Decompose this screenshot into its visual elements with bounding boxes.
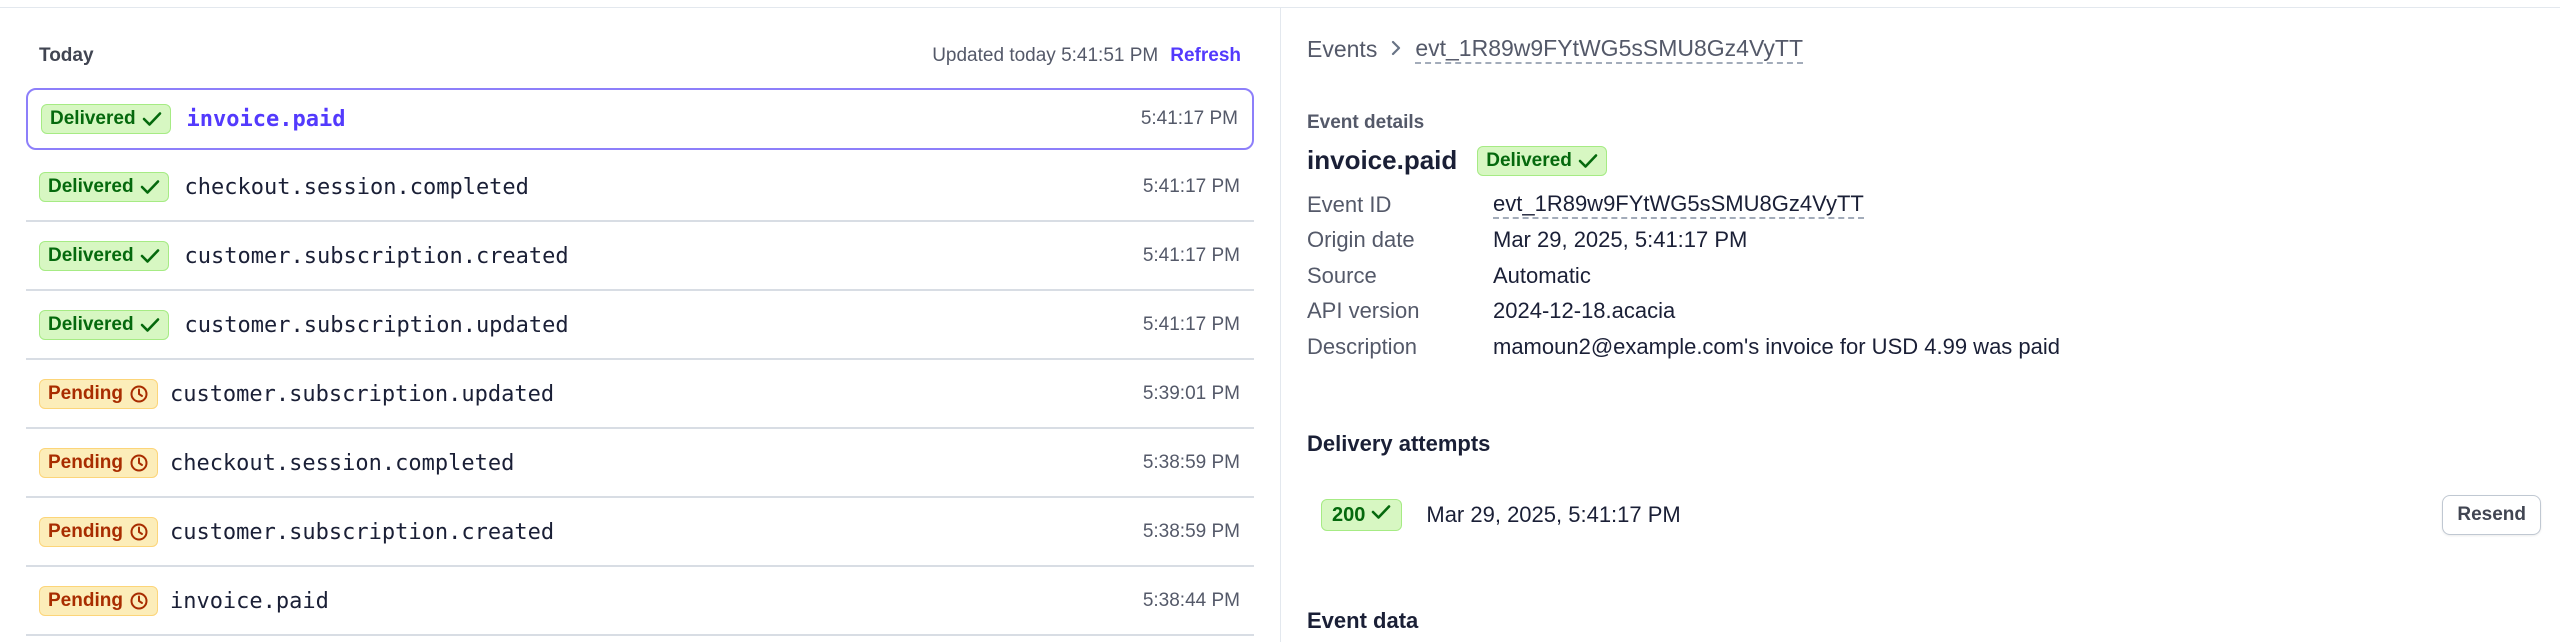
status-badge: Delivered (39, 172, 169, 202)
event-row[interactable]: Pending customer.subscription.updated 5:39… (26, 361, 1254, 429)
status-badge: Delivered (41, 104, 171, 134)
event-type: customer.subscription.created (169, 519, 555, 545)
field-value-event-id[interactable]: evt_1R89w9FYtWG5sSMU8Gz4VyTT (1493, 191, 1864, 219)
check-icon (1371, 503, 1391, 527)
status-badge-label: Delivered (50, 108, 136, 129)
check-icon (140, 178, 160, 196)
field-value-source: Automatic (1493, 262, 1591, 288)
event-time: 5:39:01 PM (1142, 383, 1240, 404)
field-label: Origin date (1307, 227, 1415, 253)
event-row[interactable]: Pending invoice.paid 5:38:44 PM (26, 568, 1254, 636)
event-type: invoice.paid (169, 588, 329, 614)
check-icon (1578, 152, 1598, 170)
event-row[interactable]: Delivered customer.subscription.updated 5:… (26, 292, 1254, 360)
response-code: 200 (1332, 503, 1366, 526)
field-event-id: Event ID evt_1R89w9FYtWG5sSMU8Gz4VyTT (1307, 187, 2507, 223)
clock-icon (129, 522, 149, 542)
status-badge-label: Delivered (48, 176, 134, 197)
clock-icon (129, 591, 149, 611)
field-value-origin-date: Mar 29, 2025, 5:41:17 PM (1493, 227, 1748, 253)
event-list: Delivered invoice.paid 5:41:17 PM Delivered… (26, 88, 1254, 637)
delivery-attempts-heading: Delivery attempts (1307, 431, 1491, 456)
events-list-pane: Today Updated today 5:41:51 PM Refresh D… (0, 8, 1280, 642)
event-row[interactable]: Delivered invoice.paid 5:41:17 PM (26, 88, 1254, 150)
breadcrumb: Events evt_1R89w9FYtWG5sSMU8Gz4VyTT (1307, 35, 1804, 64)
section-title-today: Today (39, 45, 94, 66)
status-badge: Pending (39, 586, 158, 616)
status-badge-label: Delivered (48, 314, 134, 335)
event-row[interactable]: Pending customer.subscription.created 5:38… (26, 499, 1254, 567)
check-icon (140, 247, 160, 265)
response-code-badge: 200 (1321, 499, 1403, 531)
clock-icon (129, 453, 149, 473)
clock-icon (129, 384, 149, 404)
field-value-api-version: 2024-12-18.acacia (1493, 298, 1676, 324)
status-badge: Pending (39, 448, 158, 478)
event-details-label: Event details (1307, 112, 1425, 133)
event-row[interactable]: Delivered customer.subscription.created 5:… (26, 223, 1254, 291)
check-icon (142, 110, 162, 128)
event-type: customer.subscription.updated (169, 381, 555, 407)
status-badge: Pending (39, 379, 158, 409)
status-badge-label: Delivered (1486, 149, 1572, 171)
field-source: Source Automatic (1307, 258, 2507, 294)
field-label: Event ID (1307, 191, 1392, 217)
event-title-row: invoice.paid Delivered (1307, 145, 1607, 176)
status-badge-label: Pending (48, 383, 123, 404)
field-origin-date: Origin date Mar 29, 2025, 5:41:17 PM (1307, 223, 2507, 259)
resend-button[interactable]: Resend (2442, 495, 2541, 535)
list-header: Today Updated today 5:41:51 PM Refresh (39, 38, 1241, 74)
field-description: Description mamoun2@example.com's invoic… (1307, 329, 2507, 365)
breadcrumb-event-id[interactable]: evt_1R89w9FYtWG5sSMU8Gz4VyTT (1415, 35, 1804, 64)
status-badge: Delivered (39, 310, 169, 340)
field-value-description: mamoun2@example.com's invoice for USD 4.… (1493, 333, 2061, 359)
event-time: 5:38:44 PM (1142, 590, 1240, 611)
status-badge-label: Delivered (48, 245, 134, 266)
status-badge-label: Pending (48, 452, 123, 473)
status-badge-label: Pending (48, 590, 123, 611)
event-type: customer.subscription.updated (184, 312, 569, 338)
event-data-heading: Event data (1307, 608, 1419, 633)
status-badge: Delivered (1477, 145, 1607, 176)
refresh-link[interactable]: Refresh (1170, 45, 1241, 67)
status-badge: Pending (39, 517, 158, 547)
event-detail-pane: Events evt_1R89w9FYtWG5sSMU8Gz4VyTT Even… (1280, 8, 2560, 642)
event-title: invoice.paid (1307, 145, 1458, 175)
event-time: 5:41:17 PM (1140, 108, 1238, 129)
field-label: API version (1307, 298, 1420, 324)
updated-info: Updated today 5:41:51 PM Refresh (932, 45, 1241, 67)
breadcrumb-events-link[interactable]: Events (1307, 36, 1377, 63)
field-label: Description (1307, 333, 1418, 359)
event-time: 5:41:17 PM (1142, 314, 1240, 335)
top-border (0, 0, 2560, 8)
event-type: invoice.paid (186, 106, 346, 132)
chevron-right-icon (1389, 36, 1403, 63)
event-time: 5:38:59 PM (1142, 521, 1240, 542)
event-fields: Event ID evt_1R89w9FYtWG5sSMU8Gz4VyTT Or… (1307, 187, 2507, 365)
field-api-version: API version 2024-12-18.acacia (1307, 294, 2507, 330)
event-time: 5:38:59 PM (1142, 452, 1240, 473)
updated-timestamp: Updated today 5:41:51 PM (932, 45, 1159, 66)
event-type: checkout.session.completed (184, 174, 529, 200)
attempt-date: Mar 29, 2025, 5:41:17 PM (1426, 502, 1681, 527)
delivery-attempt-row: 200 Mar 29, 2025, 5:41:17 PM Resend (1321, 490, 2541, 540)
event-row[interactable]: Pending checkout.session.completed 5:38:59… (26, 430, 1254, 498)
check-icon (140, 316, 160, 334)
status-badge: Delivered (39, 241, 169, 271)
status-badge-label: Pending (48, 521, 123, 542)
event-type: customer.subscription.created (184, 243, 569, 269)
event-time: 5:41:17 PM (1142, 176, 1240, 197)
event-type: checkout.session.completed (169, 450, 515, 476)
event-time: 5:41:17 PM (1142, 245, 1240, 266)
field-label: Source (1307, 262, 1377, 288)
event-row[interactable]: Delivered checkout.session.completed 5:41:… (26, 154, 1254, 222)
